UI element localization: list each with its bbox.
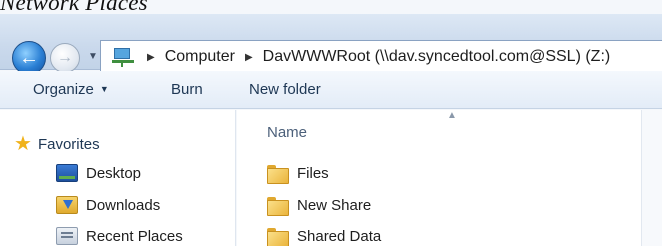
file-name: New Share xyxy=(297,197,372,214)
nav-item-label: Desktop xyxy=(86,164,142,182)
page-caption: Network Places xyxy=(0,0,148,15)
nav-item-recent-places[interactable]: Recent Places xyxy=(56,227,183,245)
organize-label: Organize xyxy=(33,81,94,98)
navigation-bar: ← → ▼ ▶ Computer ▶ DavWWWRoot (\\dav.syn… xyxy=(0,14,662,75)
forward-button[interactable]: → xyxy=(50,43,80,73)
nav-item-desktop[interactable]: Desktop xyxy=(56,164,141,182)
breadcrumb-separator-icon[interactable]: ▶ xyxy=(245,52,253,63)
back-arrow-icon: ← xyxy=(19,46,39,69)
file-name: Shared Data xyxy=(297,228,382,245)
nav-item-downloads[interactable]: Downloads xyxy=(56,196,160,214)
file-list: Name ▲ Files New Share Shared Data xyxy=(237,110,642,246)
address-bar[interactable]: ▶ Computer ▶ DavWWWRoot (\\dav.syncedtoo… xyxy=(100,40,662,74)
forward-arrow-icon: → xyxy=(57,49,73,66)
details-column-edge xyxy=(641,110,662,246)
folder-icon xyxy=(267,197,289,216)
command-bar: Organize ▼ Burn New folder xyxy=(0,71,662,109)
organize-button[interactable]: Organize ▼ xyxy=(33,81,109,98)
burn-button[interactable]: Burn xyxy=(171,81,203,98)
downloads-icon xyxy=(56,196,78,214)
desktop-icon xyxy=(56,164,78,182)
list-item-shared-data[interactable]: Shared Data xyxy=(267,228,382,246)
new-folder-button[interactable]: New folder xyxy=(249,81,321,98)
nav-item-label: Recent Places xyxy=(86,227,183,245)
file-name: Files xyxy=(297,165,329,182)
network-location-icon xyxy=(111,47,137,67)
recent-places-icon xyxy=(56,227,78,245)
chevron-down-icon: ▼ xyxy=(99,84,109,94)
navigation-pane: ★ Favorites Desktop Downloads Recent Pla… xyxy=(0,110,236,246)
column-header-label: Name xyxy=(267,124,308,141)
list-item-files[interactable]: Files xyxy=(267,165,329,184)
list-item-new-share[interactable]: New Share xyxy=(267,197,372,216)
breadcrumb-separator-icon[interactable]: ▶ xyxy=(147,52,155,63)
breadcrumb-computer[interactable]: Computer xyxy=(165,48,235,66)
favorites-label: Favorites xyxy=(37,135,100,153)
explorer-window: ← → ▼ ▶ Computer ▶ DavWWWRoot (\\dav.syn… xyxy=(0,0,662,246)
star-icon: ★ xyxy=(14,133,32,155)
back-button[interactable]: ← xyxy=(12,41,46,75)
recent-pages-dropdown[interactable]: ▼ xyxy=(88,51,98,62)
folder-icon xyxy=(267,165,289,184)
breadcrumb-current-drive[interactable]: DavWWWRoot (\\dav.syncedtool.com@SSL) (Z… xyxy=(263,48,611,66)
folder-icon xyxy=(267,228,289,246)
nav-item-label: Downloads xyxy=(86,196,161,214)
favorites-header[interactable]: ★ Favorites xyxy=(14,134,100,154)
column-header-name[interactable]: Name xyxy=(267,124,307,141)
sort-ascending-icon: ▲ xyxy=(447,110,457,121)
